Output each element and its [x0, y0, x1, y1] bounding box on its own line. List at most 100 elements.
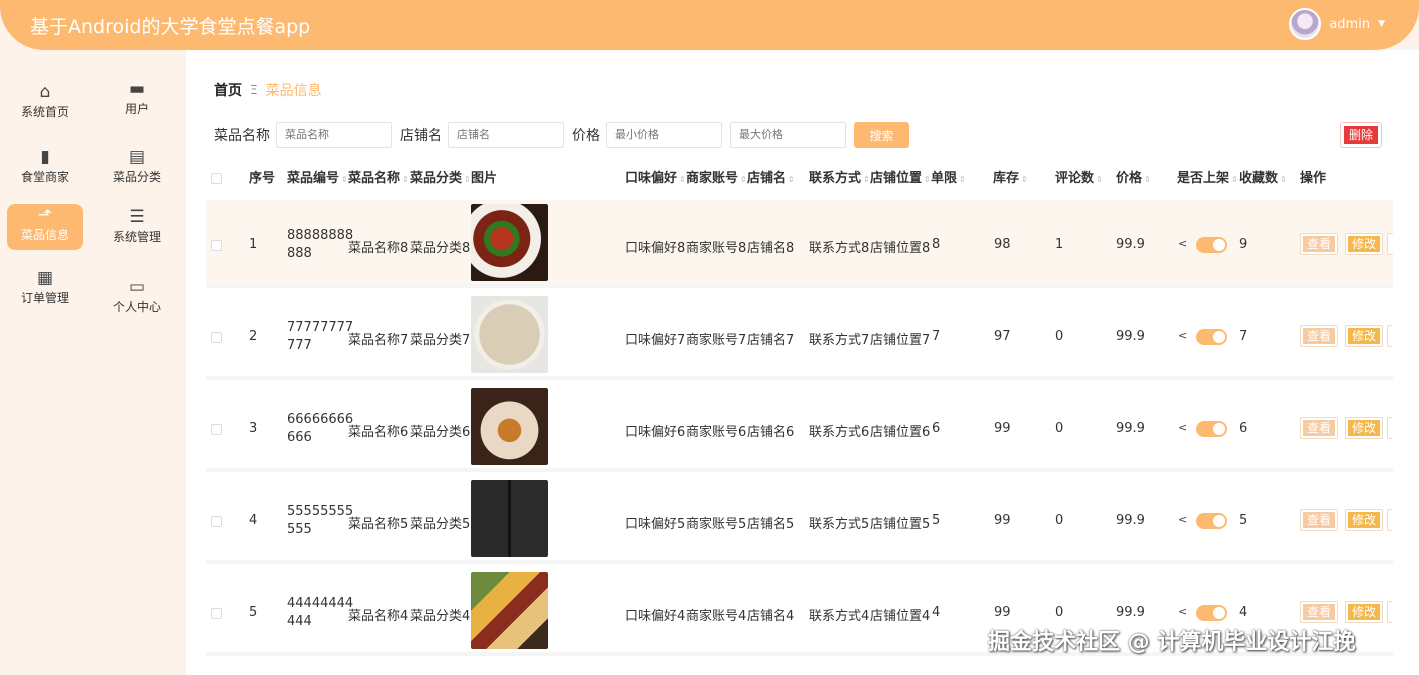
sort-icon[interactable]: ⇕ — [464, 175, 471, 184]
col-stock[interactable]: 库存 ⇕ — [993, 160, 1028, 198]
view-button[interactable]: 查看 — [1300, 509, 1339, 531]
sidebar-item-system[interactable]: ☰ 系统管理 — [99, 206, 175, 252]
user-menu[interactable]: admin ▼ — [1289, 8, 1385, 40]
cell-price: 99.9 — [1116, 329, 1145, 344]
sort-icon[interactable]: ⇕ — [679, 175, 686, 184]
row-checkbox[interactable] — [211, 516, 222, 527]
col-onsale[interactable]: 是否上架 ⇕ — [1177, 160, 1238, 198]
sort-icon[interactable]: ⇕ — [1231, 175, 1238, 184]
more-action-button[interactable] — [1387, 325, 1393, 347]
max-price-input[interactable] — [730, 122, 846, 148]
sort-icon[interactable]: ⇕ — [1144, 175, 1151, 184]
cell-name: 菜品名称8 — [348, 241, 409, 256]
share-icon[interactable]: < — [1178, 237, 1187, 250]
sidebar-item-profile[interactable]: ▭ 个人中心 — [99, 276, 175, 322]
sidebar-item-home[interactable]: ⌂ 系统首页 — [7, 81, 83, 127]
view-button[interactable]: 查看 — [1300, 601, 1339, 623]
dish-thumbnail[interactable] — [471, 296, 548, 373]
more-action-button[interactable] — [1387, 601, 1393, 623]
sort-icon[interactable]: ⇕ — [788, 175, 795, 184]
cell-code-line2: 555 — [287, 522, 312, 537]
share-icon[interactable]: < — [1178, 421, 1187, 434]
dish-thumbnail[interactable] — [471, 480, 548, 557]
sidebar-item-orders[interactable]: ▦ 订单管理 — [7, 267, 83, 313]
breadcrumb-home[interactable]: 首页 — [214, 80, 242, 100]
sidebar-item-label: 用户 — [124, 102, 149, 116]
row-checkbox[interactable] — [211, 332, 222, 343]
col-contact[interactable]: 联系方式 ⇕ — [809, 160, 870, 198]
view-button[interactable]: 查看 — [1300, 325, 1339, 347]
view-button[interactable]: 查看 — [1300, 417, 1339, 439]
col-category[interactable]: 菜品分类 ⇕ — [410, 160, 471, 198]
min-price-input[interactable] — [606, 122, 722, 148]
col-favorites[interactable]: 收藏数 ⇕ — [1239, 160, 1287, 198]
edit-button[interactable]: 修改 — [1345, 233, 1384, 255]
share-icon[interactable]: < — [1178, 329, 1187, 342]
view-button[interactable]: 查看 — [1300, 233, 1339, 255]
onsale-toggle[interactable] — [1196, 329, 1227, 345]
sort-icon[interactable]: ⇕ — [1280, 175, 1287, 184]
dish-name-input[interactable] — [276, 122, 392, 148]
main-content: 首页 Ξ 菜品信息 菜品名称 店铺名 价格 搜索 删除 序号 菜品编号⇕ 菜品名… — [186, 50, 1419, 675]
cell-stock: 99 — [994, 421, 1011, 436]
username[interactable]: admin — [1329, 17, 1370, 32]
sort-icon[interactable]: ⇕ — [740, 175, 747, 184]
sidebar-item-merchants[interactable]: ▮ 食堂商家 — [7, 146, 83, 192]
col-comments[interactable]: 评论数 ⇕ — [1055, 160, 1103, 198]
chevron-down-icon[interactable]: ▼ — [1378, 19, 1385, 29]
edit-button[interactable]: 修改 — [1345, 509, 1384, 531]
avatar[interactable] — [1289, 8, 1322, 40]
sidebar-item-categories[interactable]: ▤ 菜品分类 — [99, 146, 175, 192]
edit-button-label: 修改 — [1348, 236, 1381, 252]
cell-code-line1: 88888888 — [287, 228, 354, 243]
cell-favorites: 7 — [1239, 329, 1248, 344]
edit-button[interactable]: 修改 — [1345, 601, 1384, 623]
cell-merchant: 商家账号4 — [686, 609, 747, 624]
dish-thumbnail[interactable] — [471, 204, 548, 281]
col-name[interactable]: 菜品名称 ⇕ — [348, 160, 409, 198]
delete-button[interactable]: 删除 — [1340, 122, 1382, 148]
sort-icon[interactable]: ⇕ — [1096, 175, 1103, 184]
onsale-toggle[interactable] — [1196, 237, 1227, 253]
share-icon[interactable]: < — [1178, 605, 1187, 618]
row-checkbox[interactable] — [211, 240, 222, 251]
row-checkbox[interactable] — [211, 424, 222, 435]
col-taste[interactable]: 口味偏好 ⇕ — [625, 160, 686, 198]
dish-thumbnail[interactable] — [471, 388, 548, 465]
more-action-button[interactable] — [1387, 417, 1393, 439]
select-all-checkbox[interactable] — [211, 173, 222, 184]
sort-icon[interactable]: ⇕ — [1021, 175, 1028, 184]
col-price[interactable]: 价格 ⇕ — [1116, 160, 1151, 198]
cell-comments: 0 — [1055, 329, 1064, 344]
cell-code-line2: 777 — [287, 338, 312, 353]
cell-stock: 98 — [994, 237, 1011, 252]
search-button[interactable]: 搜索 — [854, 122, 909, 148]
col-code[interactable]: 菜品编号 ⇕ — [287, 160, 348, 198]
sort-icon[interactable]: ⇕ — [863, 175, 870, 184]
edit-button[interactable]: 修改 — [1345, 417, 1384, 439]
col-location[interactable]: 店铺位置 ⇕ — [870, 160, 931, 198]
sort-icon[interactable]: ⇕ — [959, 175, 966, 184]
onsale-toggle[interactable] — [1196, 605, 1227, 621]
dish-thumbnail[interactable] — [471, 572, 548, 649]
col-merchant[interactable]: 商家账号 ⇕ — [686, 160, 747, 198]
shop-name-input[interactable] — [448, 122, 564, 148]
app-title: 基于Android的大学食堂点餐app — [30, 16, 311, 38]
cell-code-line2: 444 — [287, 614, 312, 629]
sidebar-item-users[interactable]: ▬ 用户 — [99, 78, 175, 124]
col-location-label: 店铺位置 — [870, 171, 923, 186]
col-shop[interactable]: 店铺名 ⇕ — [747, 160, 795, 198]
share-icon[interactable]: < — [1178, 513, 1187, 526]
sort-icon[interactable]: ⇕ — [924, 175, 931, 184]
more-action-button[interactable] — [1387, 509, 1393, 531]
sort-icon[interactable]: ⇕ — [341, 175, 348, 184]
edit-button[interactable]: 修改 — [1345, 325, 1384, 347]
sidebar-item-dishes[interactable]: ⬏ 菜品信息 — [7, 204, 83, 250]
col-limit[interactable]: 单限 ⇕ — [931, 160, 966, 198]
sort-icon[interactable]: ⇕ — [402, 175, 409, 184]
onsale-toggle[interactable] — [1196, 421, 1227, 437]
onsale-toggle[interactable] — [1196, 513, 1227, 529]
more-action-button[interactable] — [1387, 233, 1393, 255]
row-checkbox[interactable] — [211, 608, 222, 619]
cell-price: 99.9 — [1116, 237, 1145, 252]
